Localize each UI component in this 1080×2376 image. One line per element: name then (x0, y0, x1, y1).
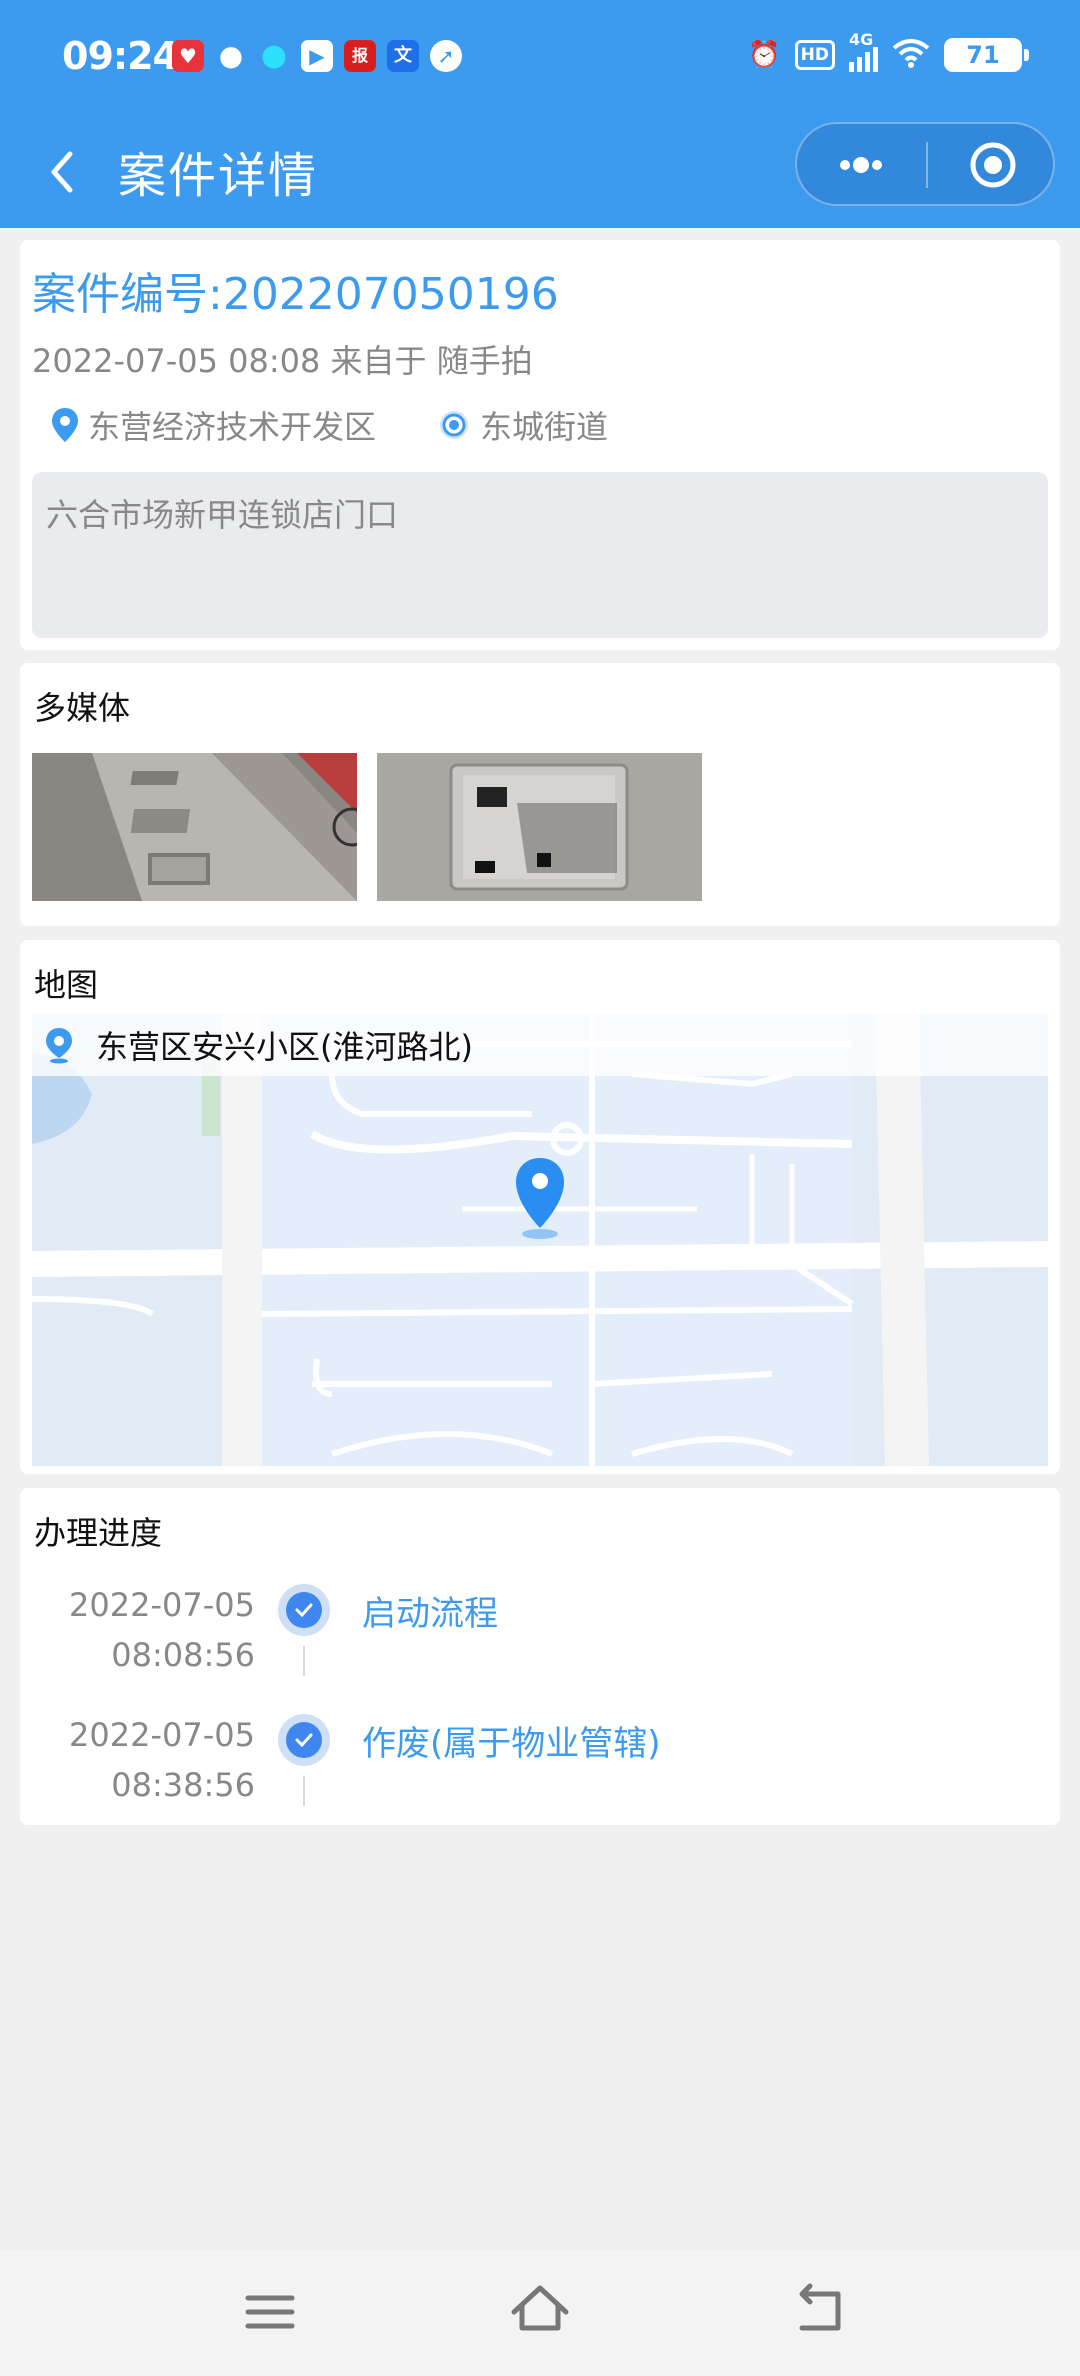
media-photo-1[interactable] (32, 753, 357, 901)
timeline-datetime: 2022-07-05 08:08:56 (69, 1580, 255, 1680)
progress-card: 办理进度 2022-07-05 08:08:56 启动流程 2022-07-05… (20, 1488, 1060, 1825)
map-canvas (32, 1014, 1048, 1466)
case-meta: 2022-07-05 08:08 来自于 随手拍 (32, 342, 533, 380)
media-gallery (32, 753, 702, 901)
timeline-datetime: 2022-07-05 08:38:56 (69, 1710, 255, 1810)
network-type: 4G (849, 30, 874, 49)
system-status-icons: ⏰ HD 4G 71 (748, 30, 1029, 72)
media-card: 多媒体 (20, 663, 1060, 926)
more-dots-icon (840, 157, 882, 173)
video-icon: ▶ (301, 40, 333, 72)
heart-app-icon: ♥ (172, 40, 204, 72)
media-title: 多媒体 (34, 689, 131, 727)
target-circle-icon (970, 142, 1016, 188)
timeline-item: 2022-07-05 08:08:56 启动流程 (20, 1580, 1060, 1710)
system-nav-bar (0, 2250, 1080, 2376)
news-icon: 报 (344, 40, 376, 72)
timeline-item: 2022-07-05 08:38:56 作废(属于物业管辖) (20, 1710, 1060, 1840)
progress-title: 办理进度 (34, 1514, 163, 1552)
home-icon (511, 2285, 569, 2331)
district-label: 东营经济技术开发区 (88, 408, 377, 446)
case-number: 案件编号:202207050196 (32, 269, 559, 320)
map-title: 地图 (34, 966, 99, 1004)
title-bar: 案件详情 (0, 116, 1080, 228)
wifi-icon (892, 38, 930, 72)
target-icon (440, 411, 469, 439)
timeline-date: 2022-07-05 (69, 1716, 255, 1754)
compass-icon: ➚ (430, 40, 462, 72)
signal-icon: 4G (849, 30, 878, 72)
location-pin-icon (52, 408, 78, 442)
check-circle-icon (278, 1584, 330, 1636)
status-time: 09:24 (62, 34, 179, 78)
map-address: 东营区安兴小区(淮河路北) (96, 1028, 473, 1066)
street-tag: 东城街道 (436, 402, 608, 448)
timeline-date: 2022-07-05 (69, 1586, 255, 1624)
map-view[interactable]: 东营区安兴小区(淮河路北) (32, 1014, 1048, 1466)
capsule-divider (926, 142, 928, 188)
address-text: 六合市场新甲连锁店门口 (46, 496, 399, 534)
map-card: 地图 东营区安兴小区(淮河路北) (20, 940, 1060, 1474)
notification-icons: ♥ ● ● ▶ 报 文 ➚ (172, 40, 462, 72)
translate-icon: 文 (387, 40, 419, 72)
page-title: 案件详情 (118, 148, 319, 204)
hd-badge: HD (794, 40, 835, 70)
location-pin-icon (46, 1028, 72, 1064)
timeline-time: 08:38:56 (111, 1766, 255, 1804)
media-photo-2[interactable] (377, 753, 702, 901)
back-arrow-icon (799, 2283, 841, 2331)
timeline-connector (303, 1646, 305, 1676)
address-box: 六合市场新甲连锁店门口 (32, 472, 1048, 638)
timeline-connector (303, 1776, 305, 1806)
street-label: 东城街道 (480, 408, 609, 446)
close-miniprogram-button[interactable] (957, 136, 1029, 194)
menu-icon (245, 2295, 295, 2329)
menu-button[interactable] (230, 2276, 310, 2346)
timeline-label: 作废(属于物业管辖) (362, 1724, 661, 1764)
location-row: 东营经济技术开发区 东城街道 (50, 402, 668, 448)
map-address-bar: 东营区安兴小区(淮河路北) (32, 1014, 1048, 1076)
qq-icon: ● (260, 38, 288, 73)
district-tag: 东营经济技术开发区 (50, 402, 376, 448)
home-button[interactable] (500, 2276, 580, 2346)
chevron-left-icon (51, 151, 73, 193)
back-button[interactable] (38, 140, 88, 204)
timeline-label: 启动流程 (362, 1594, 498, 1634)
back-nav-button[interactable] (780, 2276, 860, 2346)
status-bar: 09:24 ♥ ● ● ▶ 报 文 ➚ ⏰ HD 4G 71 (0, 0, 1080, 116)
alarm-icon: ⏰ (748, 40, 781, 70)
case-info-card: 案件编号:202207050196 2022-07-05 08:08 来自于 随… (20, 240, 1060, 650)
check-circle-icon (278, 1714, 330, 1766)
wechat-icon: ● (218, 39, 244, 72)
app-header: 09:24 ♥ ● ● ▶ 报 文 ➚ ⏰ HD 4G 71 案件详情 (0, 0, 1080, 228)
more-button[interactable] (825, 136, 897, 194)
battery-indicator: 71 (944, 38, 1029, 72)
miniprogram-capsule (795, 122, 1055, 206)
timeline-time: 08:08:56 (111, 1636, 255, 1674)
